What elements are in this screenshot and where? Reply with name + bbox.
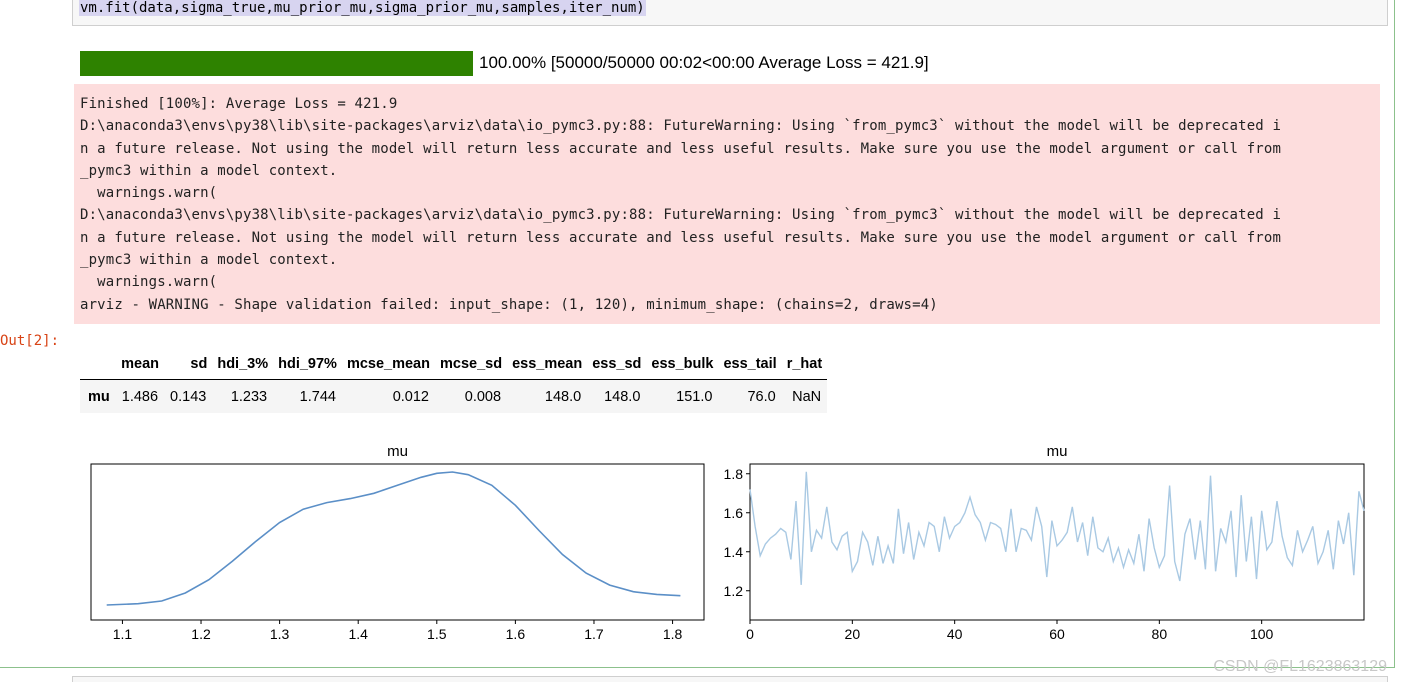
table-cell: 76.0 xyxy=(718,379,782,413)
x-tick-label: 20 xyxy=(845,626,861,642)
column-header: mean xyxy=(115,349,165,380)
watermark: CSDN @FL1623863129 xyxy=(1213,658,1387,675)
column-header: ess_tail xyxy=(718,349,782,380)
stderr-line: warnings.warn( xyxy=(80,274,218,291)
x-tick-label: 1.4 xyxy=(348,626,368,642)
column-header: mcse_mean xyxy=(341,349,435,380)
x-tick-label: 0 xyxy=(746,626,754,642)
table-cell: 148.0 xyxy=(507,379,588,413)
kde-curve xyxy=(106,471,681,606)
summary-table: mean sd hdi_3% hdi_97% mcse_mean mcse_sd ess_m… xyxy=(80,349,828,413)
stderr-line: _pymc3 within a model context. xyxy=(80,252,338,269)
column-header: sd xyxy=(164,349,213,380)
kde-plot-panel: mu 1.1 1.2 1.3 1.4 1.5 1.6 1.7 1.8 xyxy=(90,443,705,642)
table-cell: 151.0 xyxy=(646,379,719,413)
y-tick-label: 1.2 xyxy=(724,583,744,599)
code-cell-input[interactable]: vm.fit(data,sigma_true,mu_prior_mu,sigma… xyxy=(72,0,1388,26)
stderr-line: Finished [100%]: Average Loss = 421.9 xyxy=(80,96,398,112)
x-tick-label: 60 xyxy=(1049,626,1065,642)
next-code-cell[interactable] xyxy=(72,676,1388,682)
x-tick-label: 1.7 xyxy=(584,626,604,642)
x-tick-label: 80 xyxy=(1152,626,1168,642)
kde-plot-frame xyxy=(90,463,705,621)
stderr-line: D:\anaconda3\envs\py38\lib\site-packages… xyxy=(80,207,1282,224)
code-cell-source[interactable]: vm.fit(data,sigma_true,mu_prior_mu,sigma… xyxy=(79,0,646,16)
table-cell: 0.143 xyxy=(164,379,213,413)
y-tick-label: 1.6 xyxy=(724,505,744,521)
trace-plot-panel: mu 0 20 40 60 80 100 1.2 1.4 1.6 1.8 xyxy=(724,443,1365,642)
x-tick-label: 1.3 xyxy=(270,626,290,642)
plot-figure: mu 1.1 1.2 1.3 1.4 1.5 1.6 1.7 1.8 mu 0 20 40 60 80 10… xyxy=(90,443,1365,642)
x-tick-label: 1.6 xyxy=(506,626,526,642)
column-header: hdi_3% xyxy=(212,349,274,380)
summary-table-header: mean sd hdi_3% hdi_97% mcse_mean mcse_sd ess_m… xyxy=(80,349,828,380)
progress-output: 100.00% [50000/50000 00:02<00:00 Average… xyxy=(80,50,929,76)
x-tick-label: 1.2 xyxy=(191,626,211,642)
y-tick-label: 1.8 xyxy=(724,466,744,482)
table-cell: 1.486 xyxy=(115,379,165,413)
column-header: ess_sd xyxy=(587,349,647,380)
notebook-page: vm.fit(data,sigma_true,mu_prior_mu,sigma… xyxy=(0,0,1401,682)
stderr-line: warnings.warn( xyxy=(80,185,218,202)
table-cell: 1.744 xyxy=(273,379,342,413)
stderr-line: _pymc3 within a model context. xyxy=(80,162,338,179)
kde-plot-title: mu xyxy=(387,443,408,460)
row-label: mu xyxy=(80,379,116,413)
x-tick-label: 40 xyxy=(947,626,963,642)
trace-line xyxy=(749,471,1365,585)
x-tick-label: 1.1 xyxy=(113,626,133,642)
y-tick-label: 1.4 xyxy=(724,544,744,560)
progress-bar xyxy=(80,50,473,76)
table-cell: NaN xyxy=(781,379,828,413)
trace-plot-title: mu xyxy=(1047,443,1068,460)
stderr-line: arviz - WARNING - Shape validation faile… xyxy=(80,296,938,313)
x-tick-label: 1.5 xyxy=(427,626,447,642)
table-row: mu 1.486 0.143 1.233 1.744 0.012 0.008 148.0 148… xyxy=(80,379,828,413)
table-cell: 1.233 xyxy=(212,379,274,413)
table-cell: 148.0 xyxy=(587,379,647,413)
table-cell: 0.012 xyxy=(341,379,435,413)
output-prompt: Out[2]: xyxy=(0,333,60,349)
column-header: r_hat xyxy=(781,349,828,380)
column-header: ess_mean xyxy=(507,349,588,380)
progress-bar-fill xyxy=(80,50,473,76)
table-cell: 0.008 xyxy=(434,379,508,413)
column-header: mcse_sd xyxy=(434,349,508,380)
column-header: hdi_97% xyxy=(273,349,342,380)
column-header xyxy=(80,349,116,380)
x-tick-label: 100 xyxy=(1250,626,1274,642)
column-header: ess_bulk xyxy=(646,349,719,380)
stderr-line: n a future release. Not using the model … xyxy=(80,229,1282,246)
stderr-output: Finished [100%]: Average Loss = 421.9 D:\… xyxy=(74,84,1380,324)
stderr-line: n a future release. Not using the model … xyxy=(80,140,1282,157)
stderr-line: D:\anaconda3\envs\py38\lib\site-packages… xyxy=(80,118,1282,135)
progress-text: 100.00% [50000/50000 00:02<00:00 Average… xyxy=(479,53,929,72)
x-tick-label: 1.8 xyxy=(663,626,683,642)
